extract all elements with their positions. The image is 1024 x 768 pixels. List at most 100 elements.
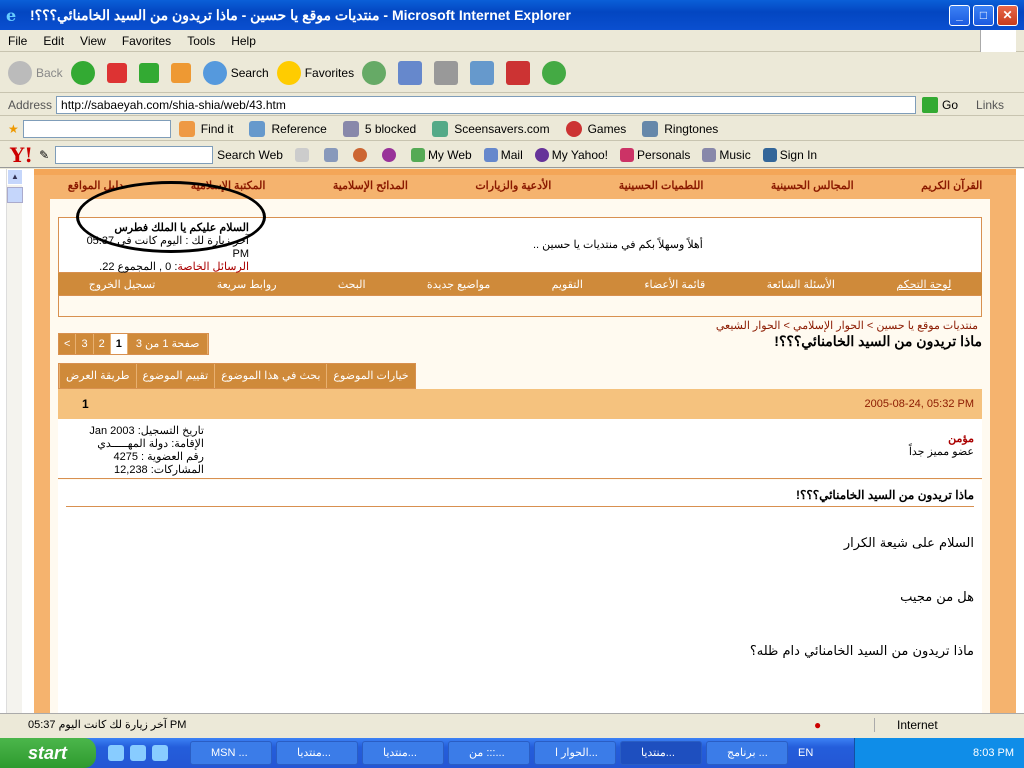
task-forum-2[interactable]: منتديا... [362, 741, 444, 765]
back-button[interactable]: Back [8, 60, 63, 85]
pm-link[interactable]: الرسائل الخاصة [177, 261, 249, 273]
privacy-icon[interactable]: ● [814, 718, 874, 732]
close-button[interactable]: ✕ [997, 4, 1018, 26]
screensavers-link[interactable]: Sceensavers.com [432, 120, 550, 137]
task-dialogue[interactable]: الحوار ا... [534, 741, 616, 765]
search-web-button[interactable]: Search Web [217, 148, 283, 162]
ie-quicklaunch-icon[interactable] [108, 745, 124, 761]
menu-view[interactable]: View [72, 34, 114, 48]
breadcrumb[interactable]: منتديات موقع يا حسين > الحوار الإسلامي >… [716, 319, 978, 332]
forum-search-link[interactable]: البحث [338, 278, 366, 291]
start-button[interactable]: start [0, 738, 96, 768]
stop-button[interactable] [106, 62, 131, 83]
address-input[interactable]: http://sabaeyah.com/shia-shia/web/43.htm [56, 95, 917, 114]
links-button[interactable]: Links [976, 98, 1004, 112]
page-3[interactable]: 3 [76, 334, 94, 354]
scroll-thumb[interactable] [7, 187, 23, 203]
maximize-button[interactable]: □ [973, 4, 994, 26]
highlight-button[interactable] [294, 147, 312, 162]
refresh-button[interactable] [138, 62, 163, 83]
my-yahoo-button[interactable]: My Yahoo! [534, 147, 608, 162]
blocked-label: 5 blocked [364, 121, 417, 136]
task-forum-active[interactable]: منتديا... [620, 741, 702, 765]
edit-button[interactable] [470, 60, 498, 85]
scroll-up-icon[interactable]: ▲ [7, 169, 23, 185]
members-link[interactable]: قائمة الأعضاء [644, 278, 705, 291]
menu-favorites[interactable]: Favorites [114, 34, 179, 48]
links-search-combo[interactable] [22, 119, 171, 138]
nav-madaih[interactable]: المدائح الإسلامية [333, 179, 408, 199]
yahoo-logo-icon[interactable]: Y! [10, 143, 33, 167]
post-body: ماذا تريدون من السيد الخامنائي؟؟؟! السلا… [58, 480, 982, 713]
personals-button[interactable]: Personals [620, 147, 690, 162]
nav-majalis[interactable]: المجالس الحسينية [771, 179, 854, 199]
my-web-button[interactable]: My Web [410, 147, 472, 162]
task-from[interactable]: من :::... [448, 741, 530, 765]
nav-duas[interactable]: الأدعية والزيارات [475, 179, 551, 199]
vertical-scrollbar[interactable]: ▲ [6, 169, 23, 713]
find-it-link[interactable]: Find it [178, 120, 234, 137]
menu-file[interactable]: File [0, 34, 35, 48]
member-number: رقم العضوية : 4275 [113, 451, 205, 463]
quick-links[interactable]: روابط سريعة [217, 278, 277, 291]
messenger-button[interactable] [542, 60, 570, 85]
display-mode-menu[interactable]: طريقة العرض [59, 364, 136, 388]
pager-next[interactable]: < [59, 334, 77, 354]
media-quicklaunch-icon[interactable] [152, 745, 168, 761]
faq-link[interactable]: الأسئلة الشائعة [767, 278, 835, 291]
find-label: Find it [200, 121, 234, 136]
mail-button[interactable] [398, 60, 426, 85]
clock[interactable]: 8:03 PM [973, 747, 1014, 759]
desktop-quicklaunch-icon[interactable] [130, 745, 146, 761]
page-1-current: 1 [110, 334, 128, 354]
post-number[interactable]: 1 [82, 397, 89, 411]
rate-thread-menu[interactable]: تقييم الموضوع [135, 364, 215, 388]
menu-tools[interactable]: Tools [179, 34, 223, 48]
yahoo-button[interactable] [506, 60, 534, 85]
logout-link[interactable]: تسجيل الخروج [89, 278, 156, 291]
page-2[interactable]: 2 [94, 334, 111, 354]
music-button[interactable]: Music [702, 147, 751, 162]
layout-button[interactable] [323, 147, 341, 162]
go-button[interactable]: Go [922, 96, 958, 113]
pencil-icon[interactable]: ✎ [39, 148, 49, 162]
task-msn[interactable]: MSN ... [190, 741, 272, 765]
search-button[interactable]: Search [202, 60, 269, 85]
messenger-icon [542, 60, 567, 85]
search-thread-menu[interactable]: بحث في هذا الموضوع [214, 364, 326, 388]
language-indicator[interactable]: EN [798, 747, 828, 759]
favorites-label: Favorites [304, 65, 355, 80]
reference-link[interactable]: Reference [249, 120, 327, 137]
thread-options-menu[interactable]: خيارات الموضوع [326, 364, 414, 388]
forward-button[interactable] [70, 60, 99, 85]
user-location: الإقامة: دولة المهـــــدي [97, 438, 204, 450]
system-tray: 8:03 PM [854, 738, 1024, 768]
control-panel-link[interactable]: لوحة التحكم [896, 278, 951, 291]
music-label: Music [719, 147, 751, 162]
menu-help[interactable]: Help [223, 34, 264, 48]
nav-latmiyat[interactable]: اللطميات الحسينية [619, 179, 704, 199]
new-posts-link[interactable]: مواضيع جديدة [427, 278, 490, 291]
nav-quran[interactable]: القرآن الكريم [921, 179, 982, 199]
anti-spy-button[interactable] [352, 147, 370, 162]
poster-username[interactable]: مؤمن [909, 433, 974, 446]
audio-button[interactable] [381, 147, 399, 162]
favorites-button[interactable]: Favorites [276, 60, 355, 85]
task-forum-1[interactable]: منتديا... [276, 741, 358, 765]
task-program[interactable]: برنامج ... [706, 741, 788, 765]
home-button[interactable] [170, 62, 195, 83]
mail-label: Mail [500, 147, 523, 162]
yahoo-search-input[interactable] [55, 145, 214, 164]
print-button[interactable] [434, 60, 462, 85]
toolbar-star-icon[interactable]: ★ [8, 122, 19, 136]
blocked-popups[interactable]: 5 blocked [342, 120, 417, 137]
history-button[interactable] [362, 60, 390, 85]
minimize-button[interactable]: _ [949, 4, 970, 26]
calendar-link[interactable]: التقويم [552, 278, 583, 291]
ringtones-link[interactable]: Ringtones [642, 120, 718, 137]
games-link[interactable]: Games [565, 120, 626, 137]
menu-edit[interactable]: Edit [35, 34, 72, 48]
sign-in-button[interactable]: Sign In [762, 147, 817, 162]
mail-menu-button[interactable]: Mail [483, 147, 523, 162]
title-bar[interactable]: e !منتديات موقع يا حسين - ماذا تريدون من… [0, 0, 1024, 30]
